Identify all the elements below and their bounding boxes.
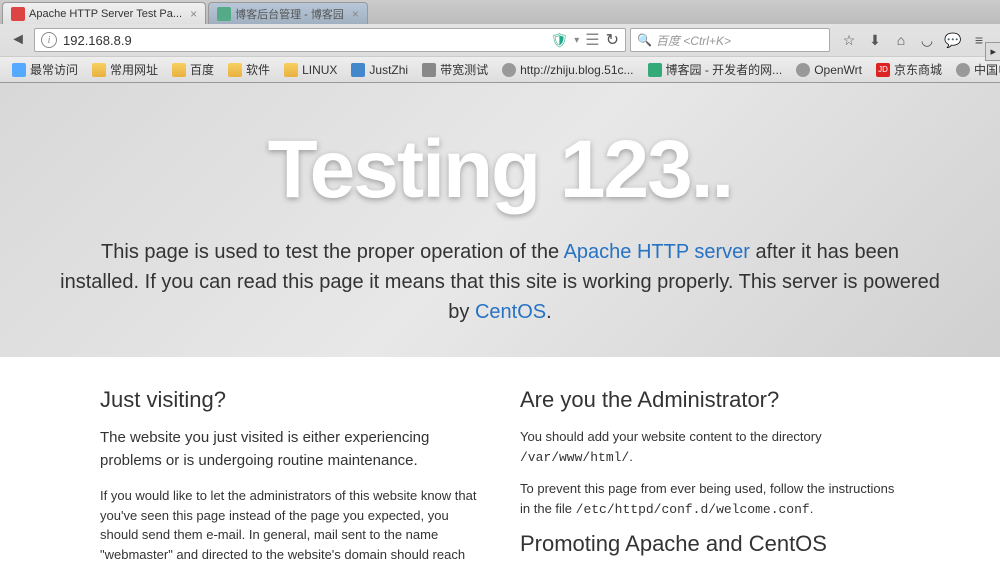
back-button[interactable]: ◄ bbox=[6, 28, 30, 52]
browser-chrome: Apache HTTP Server Test Pa... × 博客后台管理 -… bbox=[0, 0, 1000, 83]
apache-link[interactable]: Apache HTTP server bbox=[564, 241, 750, 263]
bookmark-openwrt[interactable]: OpenWrt bbox=[790, 61, 868, 79]
folder-icon bbox=[12, 63, 26, 77]
tab-active[interactable]: Apache HTTP Server Test Pa... × bbox=[2, 2, 206, 24]
nav-bar: ◄ i 192.168.8.9 🛡 ▾ ☰ ↻ 🔍 百度 <Ctrl+K> ☆ … bbox=[0, 24, 1000, 56]
bookmark-justzhi[interactable]: JustZhi bbox=[345, 61, 414, 79]
promoting-heading: Promoting Apache and CentOS bbox=[520, 531, 900, 557]
visitor-heading: Just visiting? bbox=[100, 387, 480, 413]
bookmark-cnblogs[interactable]: 博客园 - 开发者的网... bbox=[642, 59, 789, 80]
reader-icon[interactable]: ☰ bbox=[585, 30, 599, 50]
folder-icon bbox=[284, 63, 298, 77]
favicon-icon: JD bbox=[876, 63, 890, 77]
visitor-column: Just visiting? The website you just visi… bbox=[100, 387, 480, 568]
bookmark-bandwidth[interactable]: 带宽测试 bbox=[416, 59, 494, 80]
tab-bar: Apache HTTP Server Test Pa... × 博客后台管理 -… bbox=[0, 0, 1000, 24]
pocket-icon[interactable]: ◡ bbox=[918, 31, 936, 49]
bookmark-eetech[interactable]: 中国电子技术论坛 bbox=[950, 59, 1000, 80]
hero-section: Testing 123.. This page is used to test … bbox=[0, 83, 1000, 357]
globe-icon bbox=[796, 63, 810, 77]
url-text: 192.168.8.9 bbox=[63, 33, 550, 48]
visitor-lead: The website you just visited is either e… bbox=[100, 427, 480, 472]
tab-inactive[interactable]: 博客后台管理 - 博客园 × bbox=[208, 2, 368, 24]
bookmark-software[interactable]: 软件 bbox=[222, 59, 276, 80]
globe-icon bbox=[502, 63, 516, 77]
tab-title: 博客后台管理 - 博客园 bbox=[235, 6, 344, 22]
admin-prevent: To prevent this page from ever being use… bbox=[520, 479, 900, 519]
chat-icon[interactable]: 💬 bbox=[944, 31, 962, 49]
bookmark-bar: 最常访问 常用网址 百度 软件 LINUX JustZhi 带宽测试 http:… bbox=[0, 56, 1000, 82]
tab-favicon-icon bbox=[11, 7, 25, 21]
toolbar-icons: ☆ ⬇ ⌂ ◡ 💬 ≡ bbox=[834, 31, 994, 49]
bookmark-most-visited[interactable]: 最常访问 bbox=[6, 59, 84, 80]
download-icon[interactable]: ⬇ bbox=[866, 31, 884, 49]
bookmark-jd[interactable]: JD京东商城 bbox=[870, 59, 948, 80]
admin-heading: Are you the Administrator? bbox=[520, 387, 900, 413]
refresh-icon[interactable]: ↻ bbox=[606, 30, 619, 50]
tab-title: Apache HTTP Server Test Pa... bbox=[29, 8, 182, 20]
content-body: Just visiting? The website you just visi… bbox=[0, 357, 1000, 568]
conf-path: /etc/httpd/conf.d/welcome.conf bbox=[576, 502, 810, 517]
url-bar[interactable]: i 192.168.8.9 🛡 ▾ ☰ ↻ bbox=[34, 28, 626, 52]
admin-text: You should add your website content to t… bbox=[520, 427, 900, 467]
bookmark-51cto[interactable]: http://zhiju.blog.51c... bbox=[496, 61, 639, 79]
close-icon[interactable]: × bbox=[190, 7, 197, 21]
page-title: Testing 123.. bbox=[30, 123, 970, 217]
tab-favicon-icon bbox=[217, 7, 231, 21]
favicon-icon bbox=[422, 63, 436, 77]
folder-icon bbox=[92, 63, 106, 77]
html-path: /var/www/html/ bbox=[520, 450, 629, 465]
search-icon: 🔍 bbox=[637, 33, 652, 47]
globe-icon bbox=[956, 63, 970, 77]
dropdown-icon[interactable]: ▾ bbox=[574, 35, 579, 46]
admin-column: Are you the Administrator? You should ad… bbox=[520, 387, 900, 568]
bookmark-star-icon[interactable]: ☆ bbox=[840, 31, 858, 49]
centos-link[interactable]: CentOS bbox=[475, 301, 546, 323]
visitor-text: If you would like to let the administrat… bbox=[100, 486, 480, 568]
home-icon[interactable]: ⌂ bbox=[892, 31, 910, 49]
close-icon[interactable]: × bbox=[352, 7, 359, 21]
url-bar-actions: 🛡 ▾ ☰ ↻ bbox=[550, 30, 619, 50]
hero-subtitle: This page is used to test the proper ope… bbox=[60, 237, 940, 327]
side-panel-toggle[interactable]: ▸ bbox=[985, 42, 1000, 61]
bookmark-common[interactable]: 常用网址 bbox=[86, 59, 164, 80]
search-placeholder: 百度 <Ctrl+K> bbox=[656, 32, 731, 49]
folder-icon bbox=[228, 63, 242, 77]
shield-icon[interactable]: 🛡 bbox=[550, 32, 568, 49]
bookmark-baidu[interactable]: 百度 bbox=[166, 59, 220, 80]
folder-icon bbox=[172, 63, 186, 77]
page-content: Testing 123.. This page is used to test … bbox=[0, 83, 1000, 568]
favicon-icon bbox=[648, 63, 662, 77]
info-icon[interactable]: i bbox=[41, 32, 57, 48]
bookmark-linux[interactable]: LINUX bbox=[278, 61, 343, 79]
search-bar[interactable]: 🔍 百度 <Ctrl+K> bbox=[630, 28, 830, 52]
favicon-icon bbox=[351, 63, 365, 77]
